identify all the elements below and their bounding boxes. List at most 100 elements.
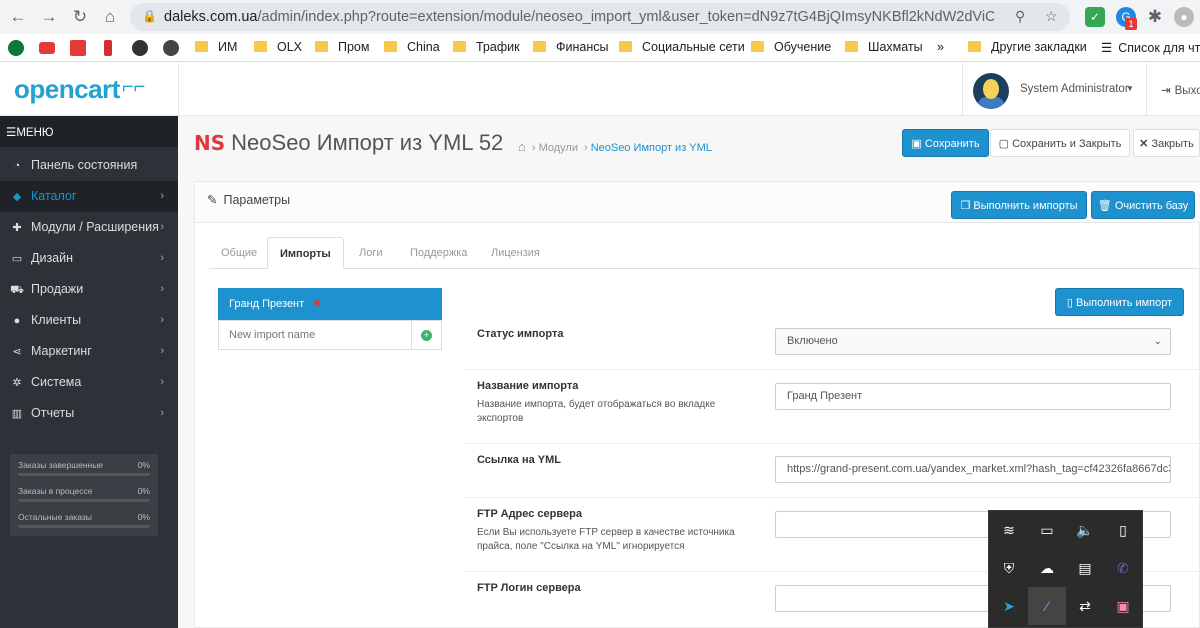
printer-icon[interactable]: ▤ [1066, 549, 1104, 587]
telegram-icon[interactable]: ➤ [990, 587, 1028, 625]
tab-license[interactable]: Лицензия [479, 237, 552, 269]
tab-support[interactable]: Поддержка [398, 237, 479, 269]
bookmark-item[interactable]: Финансы [533, 40, 608, 54]
bookmark-item[interactable]: Другие закладки [968, 40, 1087, 54]
delete-icon[interactable] [314, 300, 321, 306]
reading-list[interactable]: ☰ Список для чт [1101, 40, 1200, 55]
home-icon[interactable]: ⌂ [100, 7, 120, 27]
sidebar-item-modules[interactable]: ✚ Модули / Расширения › [0, 212, 178, 243]
github-icon[interactable] [132, 40, 148, 56]
bookmark-item[interactable]: Шахматы [845, 40, 923, 54]
bookmark-favicon[interactable] [104, 40, 112, 56]
chevron-right-icon: › [160, 283, 164, 295]
clear-db-button[interactable]: 🗑 Очистить базу [1091, 191, 1195, 219]
bookmark-item[interactable]: Обучение [751, 40, 831, 54]
profile-icon[interactable]: ● [1174, 7, 1194, 27]
menu-toggle[interactable]: ☰МЕНЮ [0, 116, 178, 147]
cloud-icon[interactable]: ☁ [1028, 549, 1066, 587]
tab-logs[interactable]: Логи [347, 237, 395, 269]
chevron-right-icon: › [160, 252, 164, 264]
status-select[interactable]: Включено ⌄ [775, 328, 1171, 355]
star-icon[interactable]: ☆ [1045, 8, 1058, 25]
sidebar-item-dashboard[interactable]: ◔ Панель состояния [0, 150, 178, 181]
folder-icon [315, 41, 328, 52]
viber-icon[interactable]: ✆ [1104, 549, 1142, 587]
extensions-icon[interactable]: ✱ [1145, 7, 1165, 27]
sidebar-item-marketing[interactable]: ⋖ Маркетинг › [0, 336, 178, 367]
field-label: Название импорта [477, 380, 579, 392]
bookmark-item[interactable]: OLX [254, 40, 302, 54]
bookmarks-bar: ИМ OLX Пром China Трафик Финансы Социаль… [0, 34, 1200, 62]
run-imports-button[interactable]: ❐ Выполнить импорты [951, 191, 1087, 219]
tab-general[interactable]: Общие [209, 237, 269, 269]
bookmark-item[interactable]: Трафик [453, 40, 520, 54]
avatar[interactable] [973, 73, 1009, 109]
puzzle-icon: ✚ [12, 222, 22, 234]
save-close-button[interactable]: ▢ Сохранить и Закрыть [990, 129, 1130, 157]
shield-icon[interactable]: ⛨ [990, 549, 1028, 587]
import-list-item[interactable]: Гранд Презент [218, 288, 442, 320]
bookmark-favicon[interactable] [70, 40, 86, 56]
sidebar-item-customers[interactable]: ● Клиенты › [0, 305, 178, 336]
sidebar-item-sales[interactable]: ⛟ Продажи › [0, 274, 178, 305]
globe-icon[interactable] [163, 40, 179, 56]
sidebar-item-design[interactable]: ▭ Дизайн › [0, 243, 178, 274]
divider [1146, 62, 1147, 116]
divider [178, 62, 179, 116]
folder-icon [968, 41, 981, 52]
sidebar-item-catalog[interactable]: ◆ Каталог › [0, 181, 178, 212]
forward-icon[interactable]: → [39, 7, 59, 27]
chevron-right-icon: › [160, 345, 164, 357]
import-name-input[interactable]: Гранд Презент [775, 383, 1171, 410]
lock-icon[interactable]: 🔒 [142, 9, 157, 23]
opencart-logo[interactable]: opencart [14, 74, 120, 105]
yml-url-input[interactable]: https://grand-present.com.ua/yandex_mark… [775, 456, 1171, 483]
feather-icon[interactable]: ⁄ [1028, 587, 1066, 625]
bookmark-item[interactable]: Социальные сети [619, 40, 745, 54]
bookmark-item[interactable]: China [384, 40, 440, 54]
home-icon[interactable]: ⌂ [518, 139, 526, 154]
photos-icon[interactable]: ▣ [1104, 587, 1142, 625]
zoom-icon[interactable]: ⚲ [1015, 8, 1025, 25]
sync-icon[interactable]: ⇄ [1066, 587, 1104, 625]
cart-icon: ⛟ [10, 284, 24, 296]
dashboard-icon: ◔ [13, 160, 21, 172]
bookmarks-overflow[interactable]: » [937, 40, 944, 54]
wifi-icon[interactable]: ≋ [990, 511, 1028, 549]
user-name[interactable]: System Administrator [1020, 83, 1129, 95]
volume-icon[interactable]: 🔈 [1066, 511, 1104, 549]
order-stats: Заказы завершенные 0% Заказы в процессе 0%… [10, 454, 158, 536]
breadcrumb-current[interactable]: NeoSeo Импорт из YML [591, 142, 712, 154]
system-tray-popup: ≋ ▭ 🔈 ▯ ⛨ ☁ ▤ ✆ ➤ ⁄ ⇄ ▣ [988, 510, 1143, 628]
usb-icon[interactable]: ▯ [1104, 511, 1142, 549]
folder-icon [845, 41, 858, 52]
admin-header: opencart ⌐⌐ System Administrator ▼ ⇥ Выхо [0, 62, 1200, 116]
breadcrumb-modules[interactable]: Модули [539, 142, 578, 154]
close-button[interactable]: ✕ Закрыть [1133, 129, 1200, 157]
neoseo-logo: NS [194, 131, 226, 155]
monitor-icon: ▭ [11, 253, 23, 265]
shield-ext-icon[interactable]: ✓ [1085, 7, 1105, 27]
field-label: Ссылка на YML [477, 454, 562, 466]
battery-icon[interactable]: ▭ [1028, 511, 1066, 549]
tab-imports[interactable]: Импорты [267, 237, 344, 269]
new-import-input[interactable] [219, 321, 412, 349]
run-import-button[interactable]: ▯ Выполнить импорт [1055, 288, 1184, 316]
reload-icon[interactable]: ↻ [70, 7, 90, 27]
address-bar[interactable]: 🔒 daleks.com.ua/admin/index.php?route=ex… [130, 3, 1070, 31]
field-row-status: Статус импорта Включено ⌄ [465, 318, 1199, 370]
chevron-down-icon[interactable]: ▼ [1126, 84, 1134, 93]
back-icon[interactable]: ← [8, 7, 28, 27]
bookmark-item[interactable]: ИМ [195, 40, 237, 54]
logout-link[interactable]: ⇥ Выхо [1161, 83, 1200, 97]
youtube-icon[interactable] [39, 42, 55, 54]
bar-chart-icon: ▥ [11, 408, 23, 420]
sidebar-item-reports[interactable]: ▥ Отчеты › [0, 398, 178, 429]
add-import-icon[interactable]: + [421, 330, 432, 341]
bookmark-item[interactable]: Пром [315, 40, 369, 54]
save-button[interactable]: ▣ Сохранить [902, 129, 989, 157]
list-icon: ☰ [1101, 41, 1113, 55]
url-text[interactable]: daleks.com.ua/admin/index.php?route=exte… [164, 9, 994, 25]
sidebar-item-system[interactable]: ✲ Система › [0, 367, 178, 398]
bookmark-favicon[interactable] [8, 40, 24, 56]
